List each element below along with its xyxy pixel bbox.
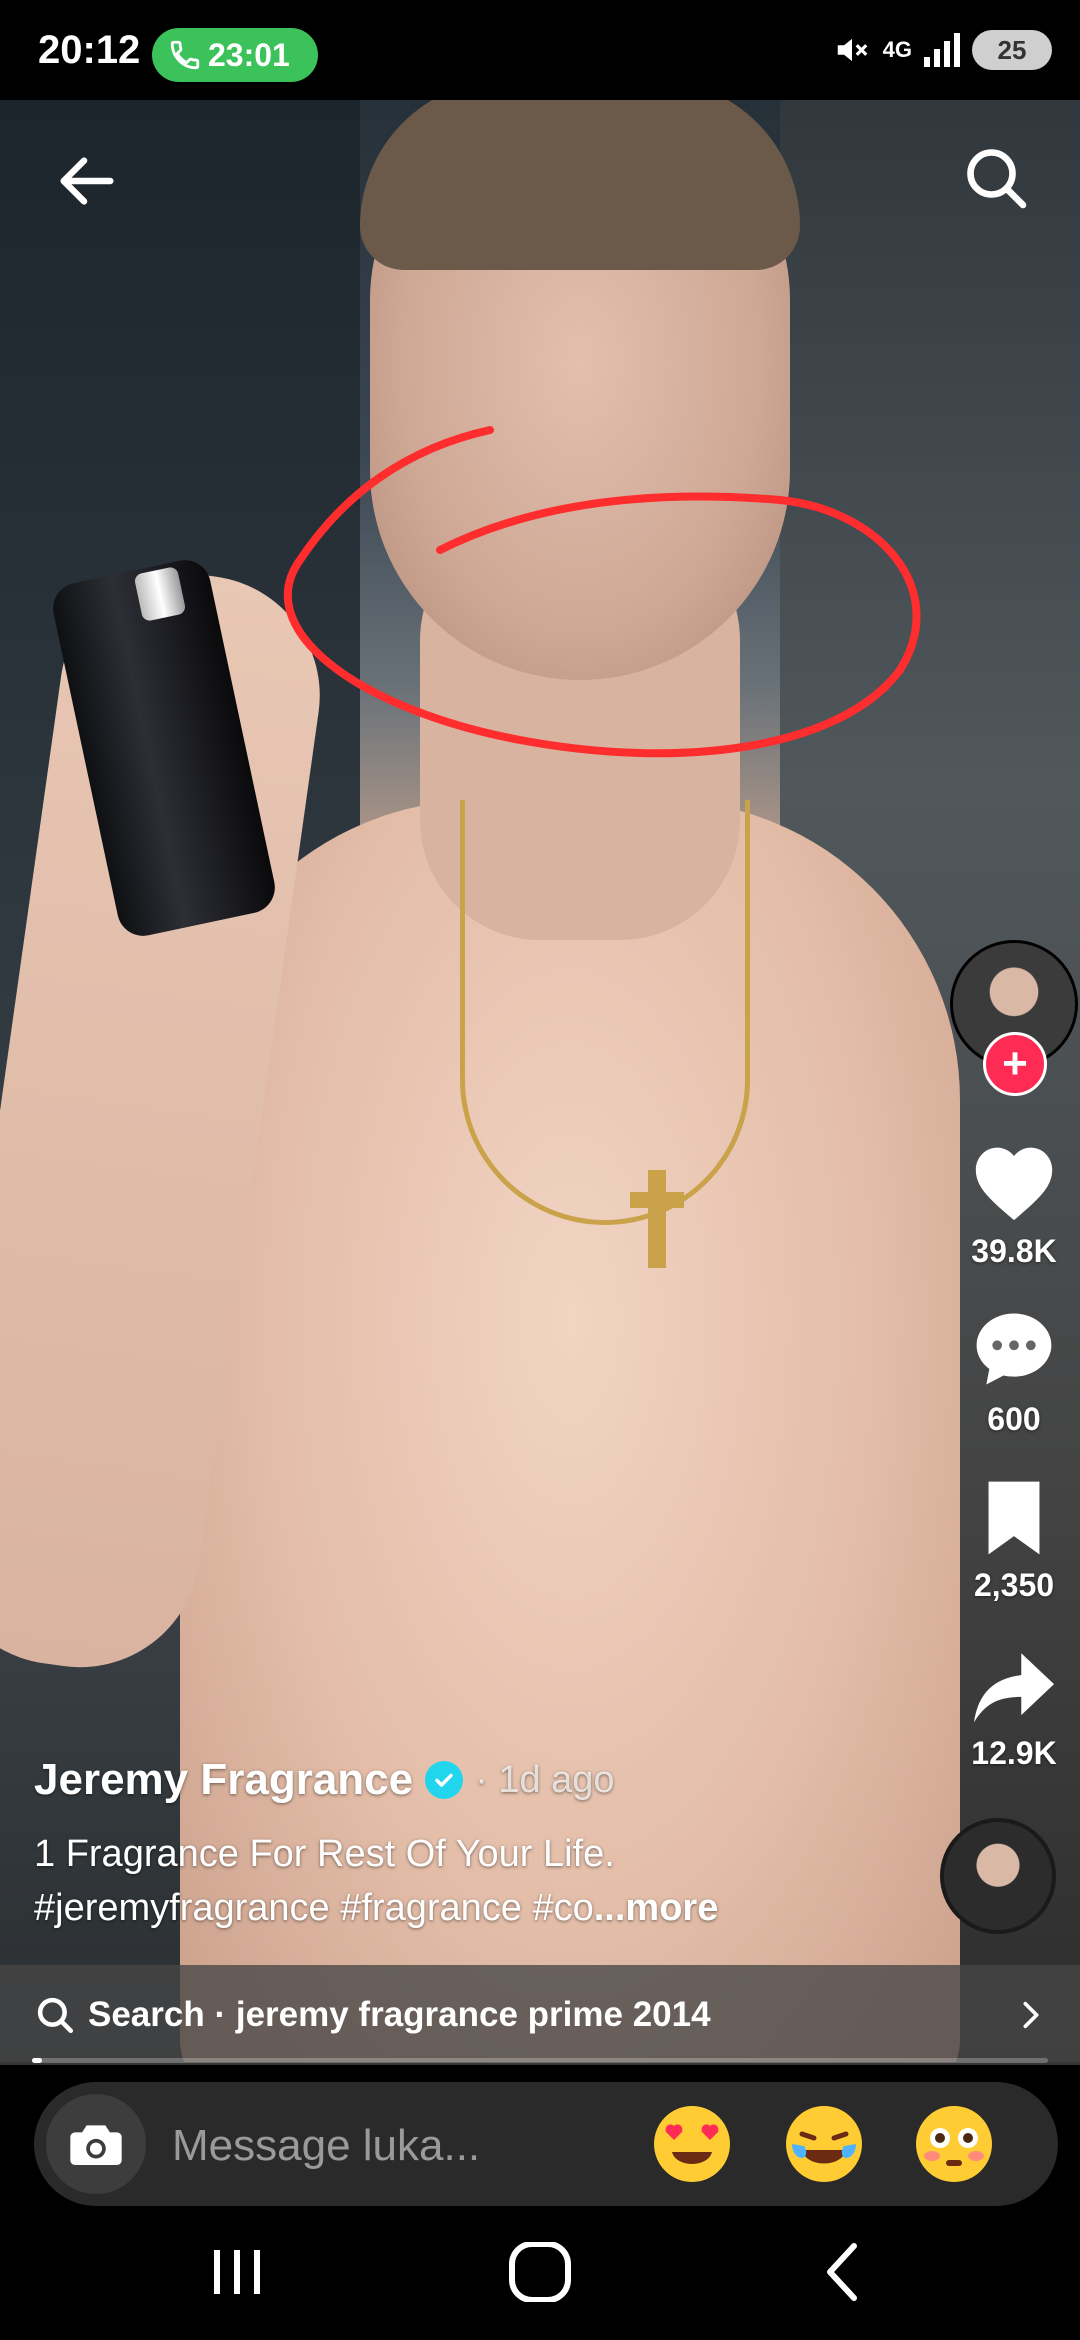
camera-button[interactable] xyxy=(46,2094,146,2194)
heart-eyes-emoji-icon[interactable] xyxy=(652,2104,732,2184)
search-suggestion-bar[interactable]: Search · jeremy fragrance prime 2014 xyxy=(0,1965,1080,2065)
save-count: 2,350 xyxy=(973,1567,1055,1603)
search-suggestion-text: Search · jeremy fragrance prime 2014 xyxy=(88,1995,711,2034)
mute-icon xyxy=(837,38,868,62)
message-input[interactable] xyxy=(170,2110,554,2182)
save-button[interactable]: 2,350 xyxy=(944,1478,1080,1604)
network-type: 4G xyxy=(882,37,912,62)
call-duration: 23:01 xyxy=(208,36,290,73)
follow-button[interactable]: + xyxy=(983,1032,1047,1096)
cross-pendant xyxy=(648,1170,666,1268)
ongoing-call-pill[interactable]: 23:01 xyxy=(152,28,318,82)
status-bar: 20:12 23:01 4G 25 xyxy=(0,0,1080,100)
phone-icon xyxy=(170,40,200,70)
camera-icon xyxy=(70,2125,122,2165)
comment-button[interactable]: 600 xyxy=(944,1306,1080,1438)
system-back-icon[interactable] xyxy=(802,2242,882,2302)
status-icons: 4G 25 xyxy=(833,30,1052,70)
share-arrow-icon xyxy=(974,1653,1054,1723)
video-description[interactable]: 1 Fragrance For Rest Of Your Life. #jere… xyxy=(34,1827,914,1935)
tears-of-joy-emoji-icon[interactable] xyxy=(784,2104,864,2184)
like-count: 39.8K xyxy=(971,1233,1057,1269)
video-caption: Jeremy Fragrance · 1d ago 1 Fragrance Fo… xyxy=(34,1755,914,1935)
battery-indicator: 25 xyxy=(972,30,1052,70)
heart-icon xyxy=(975,1147,1053,1221)
like-button[interactable]: 39.8K xyxy=(944,1140,1080,1270)
bookmark-icon xyxy=(988,1481,1040,1555)
message-bar xyxy=(34,2082,1058,2206)
chevron-right-icon xyxy=(1023,2001,1039,2029)
status-time: 20:12 xyxy=(38,28,141,72)
description-hashtags: #jeremyfragrance #fragrance #co xyxy=(34,1887,594,1929)
video-progress-bar[interactable] xyxy=(32,2058,1048,2063)
system-navigation-bar xyxy=(0,2206,1080,2340)
post-time-ago: · 1d ago xyxy=(475,1758,615,1801)
search-icon xyxy=(37,1997,74,2034)
top-navigation xyxy=(0,110,1080,240)
video-progress-fill xyxy=(32,2058,43,2063)
more-link[interactable]: ...more xyxy=(594,1887,719,1929)
author-name[interactable]: Jeremy Fragrance xyxy=(34,1755,413,1805)
screen: 20:12 23:01 4G 25 + 39.8K 600 2,350 12.9… xyxy=(0,0,1080,2340)
description-line-1: 1 Fragrance For Rest Of Your Life. xyxy=(34,1833,615,1875)
home-icon[interactable] xyxy=(500,2242,580,2302)
cross-pendant-bar xyxy=(630,1192,684,1208)
sound-disc[interactable] xyxy=(940,1818,1056,1934)
verified-badge-icon xyxy=(425,1761,464,1799)
comment-icon xyxy=(976,1313,1052,1385)
author-row: Jeremy Fragrance · 1d ago xyxy=(34,1755,914,1805)
comment-count: 600 xyxy=(987,1401,1041,1437)
signal-icon xyxy=(924,33,960,67)
share-count: 12.9K xyxy=(971,1735,1057,1771)
back-arrow-icon[interactable] xyxy=(52,146,122,216)
red-circle-annotation xyxy=(283,426,921,758)
share-button[interactable]: 12.9K xyxy=(944,1646,1080,1772)
recent-apps-icon[interactable] xyxy=(198,2242,278,2302)
gold-necklace xyxy=(460,800,750,1225)
